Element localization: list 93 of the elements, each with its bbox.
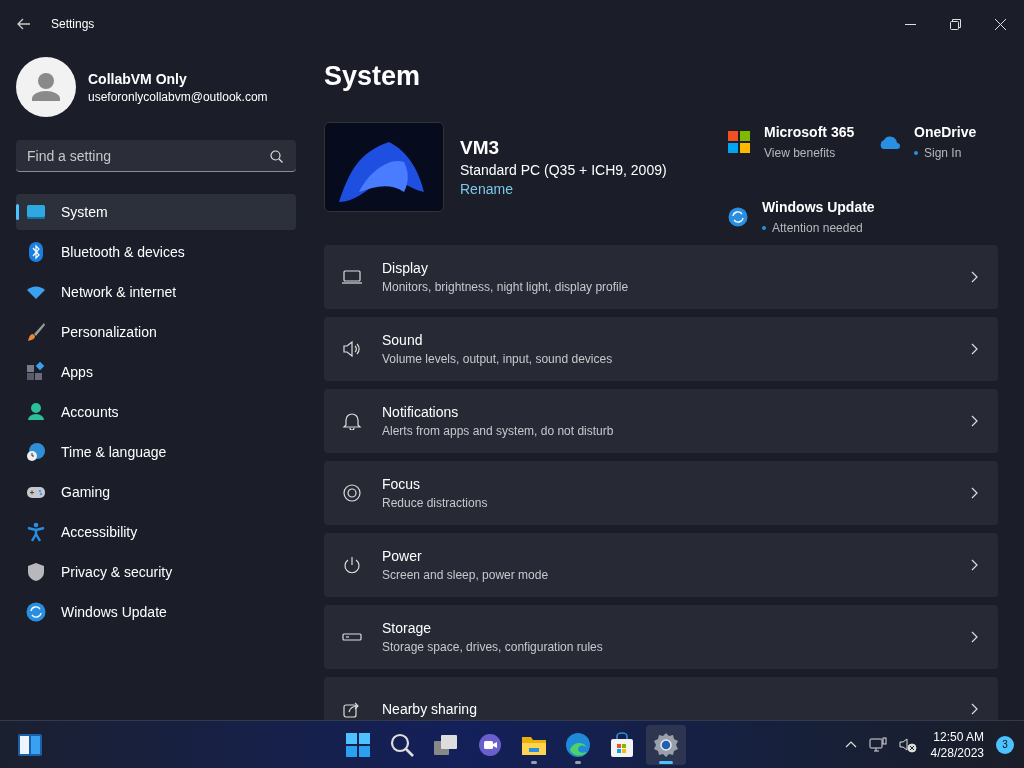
quick-link-subtitle: Attention needed: [772, 220, 863, 235]
nav-item[interactable]: Gaming: [16, 474, 296, 510]
setting-title: Power: [382, 548, 423, 564]
bell-icon: [342, 412, 362, 430]
quick-link-title[interactable]: Windows Update: [762, 198, 875, 215]
cloud-icon: [878, 135, 900, 150]
device-model: Standard PC (Q35 + ICH9, 2009): [460, 162, 667, 178]
rename-link[interactable]: Rename: [460, 181, 667, 197]
globe-clock-icon: [26, 442, 46, 462]
network-monitor-icon[interactable]: [868, 736, 887, 753]
taskbar-button[interactable]: [646, 724, 686, 765]
running-indicator: [531, 760, 537, 764]
chevron-right-icon: [971, 487, 978, 499]
chevron-right-icon: [971, 631, 978, 643]
setting-description: Volume levels, output, input, sound devices: [382, 352, 614, 366]
power-icon: [342, 556, 362, 574]
setting-title: Nearby sharing: [382, 701, 478, 717]
setting-title: Focus: [382, 476, 422, 492]
clock[interactable]: 12:50 AM 4/28/2023: [930, 729, 984, 760]
chevron-right-icon: [971, 343, 978, 355]
bluetooth-icon: [26, 242, 46, 262]
running-indicator: [575, 760, 581, 764]
settings-card[interactable]: Display Monitors, brightness, night light, display profile: [324, 245, 998, 309]
settings-card[interactable]: Focus Reduce distractions: [324, 461, 998, 525]
chevron-right-icon: [971, 703, 978, 715]
gear-icon: [653, 731, 679, 758]
selection-indicator: [16, 204, 19, 220]
video-chat-icon: [477, 731, 503, 758]
chevron-right-icon: [971, 559, 978, 571]
nav-item[interactable]: Windows Update: [16, 594, 296, 630]
account-email: useforonlycollabvm@outlook.com: [88, 89, 268, 104]
setting-title: Storage: [382, 620, 433, 636]
nav-item[interactable]: System: [16, 194, 296, 230]
speaker-icon: [342, 340, 362, 358]
settings-card[interactable]: Storage Storage space, drives, configuration rules: [324, 605, 998, 669]
setting-title: Sound: [382, 332, 424, 348]
chevron-right-icon: [971, 271, 978, 283]
quick-link-subtitle: Sign In: [924, 146, 962, 161]
avatar-icon: [16, 57, 76, 117]
settings-card[interactable]: Notifications Alerts from apps and system, do not disturb: [324, 389, 998, 453]
apps-grid-icon: [26, 362, 46, 382]
settings-card[interactable]: Power Screen and sleep, power mode: [324, 533, 998, 597]
nav-item[interactable]: Accounts: [16, 394, 296, 430]
page-title: System: [324, 60, 422, 93]
person-icon: [26, 402, 46, 422]
search-icon: [270, 150, 283, 163]
shield-icon: [26, 562, 46, 582]
device-name: VM3: [460, 137, 501, 159]
widgets-icon: [18, 733, 42, 756]
nav-item[interactable]: Apps: [16, 354, 296, 390]
setting-title: Notifications: [382, 404, 460, 420]
running-indicator: [659, 760, 673, 764]
quick-link-title[interactable]: Microsoft 365: [764, 124, 855, 141]
settings-card[interactable]: Nearby sharing: [324, 677, 998, 720]
sync-icon: [728, 206, 748, 227]
chevron-right-icon: [971, 415, 978, 427]
back-arrow-icon[interactable]: [17, 18, 31, 30]
quick-link-title[interactable]: OneDrive: [914, 124, 977, 141]
start-icon: [345, 731, 371, 758]
account-name: CollabVM Only: [88, 70, 188, 87]
browser-icon: [565, 731, 591, 758]
window-title: Settings: [51, 17, 95, 31]
close-icon[interactable]: [995, 18, 1006, 30]
clock-time: 12:50 AM: [933, 729, 984, 744]
caret-up-icon[interactable]: [844, 741, 857, 748]
setting-description: Alerts from apps and system, do not disturb: [382, 424, 615, 438]
settings-card[interactable]: Sound Volume levels, output, input, sound devices: [324, 317, 998, 381]
sync-icon: [26, 602, 46, 622]
quick-link-subtitle: View benefits: [764, 146, 836, 161]
nav-item[interactable]: Time & language: [16, 434, 296, 470]
laptop-icon: [342, 268, 362, 286]
setting-description: Screen and sleep, power mode: [382, 568, 550, 582]
nav-item[interactable]: Privacy & security: [16, 554, 296, 590]
setting-description: Storage space, drives, configuration rules: [382, 640, 604, 654]
setting-description: Monitors, brightness, night light, display profile: [382, 280, 630, 294]
restore-icon[interactable]: [950, 18, 961, 30]
nav-item[interactable]: Network & internet: [16, 274, 296, 310]
search-field[interactable]: Find a setting: [16, 140, 296, 172]
setting-description: Reduce distractions: [382, 496, 489, 510]
nav-item[interactable]: Personalization: [16, 314, 296, 350]
brush-icon: [26, 322, 46, 342]
nav-item[interactable]: Bluetooth & devices: [16, 234, 296, 270]
notification-count[interactable]: 3: [996, 735, 1014, 754]
monitor-icon: [26, 202, 46, 222]
store-bag-icon: [609, 731, 635, 758]
four-squares-icon: [728, 131, 750, 154]
clock-date: 4/28/2023: [930, 745, 984, 760]
focus-icon: [342, 484, 362, 502]
person-figure-icon: [26, 522, 46, 542]
nav-item[interactable]: Accessibility: [16, 514, 296, 550]
search-icon: [389, 731, 415, 758]
setting-title: Display: [382, 260, 429, 276]
speaker-muted-icon[interactable]: [898, 736, 917, 753]
